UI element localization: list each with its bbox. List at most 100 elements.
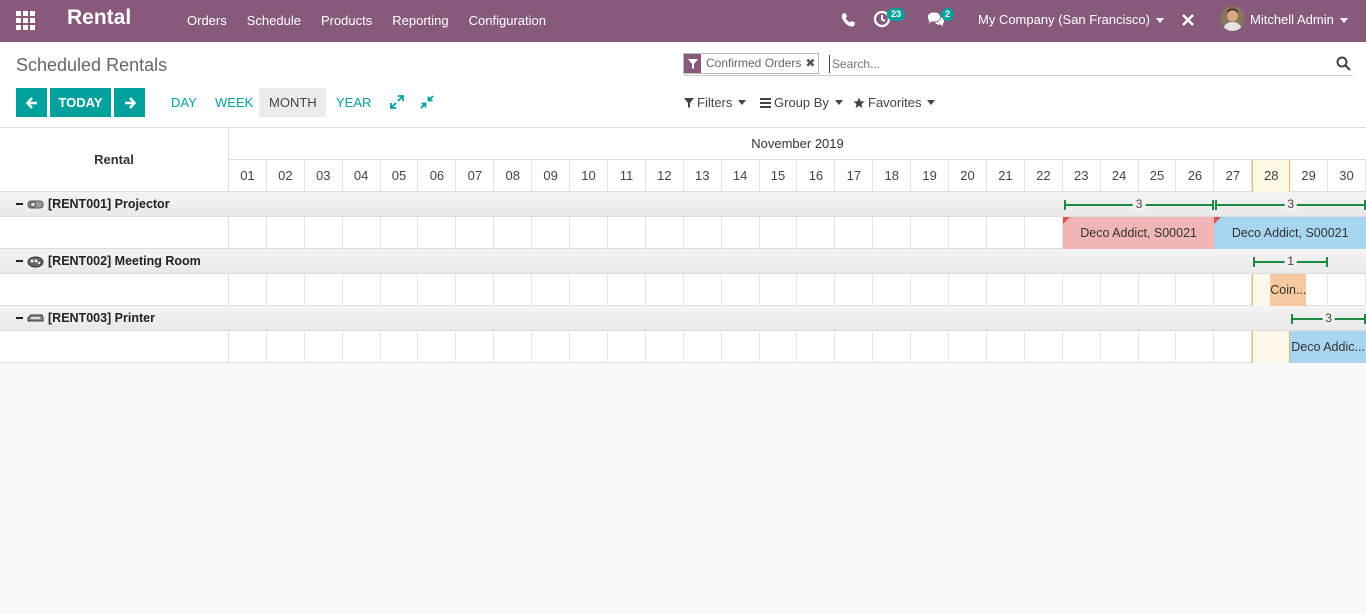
- rental-pill[interactable]: Deco Addic...: [1290, 331, 1366, 363]
- app-menu-icon[interactable]: [16, 11, 35, 30]
- scale-month[interactable]: MONTH: [259, 88, 326, 117]
- gantt-cell[interactable]: [419, 274, 457, 306]
- gantt-cell[interactable]: [1101, 274, 1139, 306]
- menu-item-reporting[interactable]: Reporting: [382, 0, 458, 42]
- gantt-cell[interactable]: [608, 274, 646, 306]
- collapse-group-icon[interactable]: [16, 203, 23, 205]
- gantt-cell[interactable]: [1139, 274, 1177, 306]
- gantt-group-header[interactable]: [RENT002] Meeting Room 1: [0, 249, 1366, 274]
- group-label[interactable]: [RENT003] Printer: [16, 311, 155, 325]
- user-menu[interactable]: Mitchell Admin: [1250, 12, 1348, 27]
- gantt-cell[interactable]: [1025, 217, 1063, 249]
- menu-item-products[interactable]: Products: [311, 0, 382, 42]
- filters-dropdown[interactable]: Filters: [684, 95, 747, 110]
- search-input[interactable]: [829, 55, 1309, 73]
- gantt-cell[interactable]: [949, 274, 987, 306]
- gantt-cell[interactable]: [722, 274, 760, 306]
- gantt-cell[interactable]: [381, 217, 419, 249]
- gantt-cell[interactable]: [229, 331, 267, 363]
- gantt-cell[interactable]: [494, 217, 533, 249]
- rental-pill[interactable]: Coin...: [1270, 274, 1307, 306]
- menu-item-schedule[interactable]: Schedule: [237, 0, 311, 42]
- gantt-cell[interactable]: [1139, 331, 1177, 363]
- gantt-group-header[interactable]: [RENT003] Printer 3: [0, 306, 1366, 331]
- today-button[interactable]: TODAY: [50, 88, 111, 117]
- collapse-group-icon[interactable]: [16, 260, 23, 262]
- group-label[interactable]: [RENT002] Meeting Room: [16, 254, 201, 268]
- gantt-cell[interactable]: [305, 331, 343, 363]
- phone-icon[interactable]: [840, 12, 856, 28]
- gantt-group-header[interactable]: [RENT001] Projector 3 3: [0, 192, 1366, 217]
- gantt-cell[interactable]: [1328, 274, 1366, 306]
- gantt-cell[interactable]: [987, 217, 1025, 249]
- gantt-cell[interactable]: [267, 331, 305, 363]
- gantt-cell[interactable]: [1063, 331, 1101, 363]
- expand-icon[interactable]: [390, 95, 404, 109]
- gantt-cell[interactable]: [343, 217, 381, 249]
- rental-pill[interactable]: Deco Addict, S00021: [1062, 217, 1215, 249]
- gantt-cell[interactable]: [456, 274, 495, 306]
- gantt-cell[interactable]: [456, 217, 495, 249]
- gantt-cell[interactable]: [229, 274, 267, 306]
- gantt-cell[interactable]: [1214, 274, 1253, 306]
- gantt-cell[interactable]: [532, 274, 571, 306]
- gantt-cell[interactable]: [1214, 331, 1253, 363]
- gantt-cell[interactable]: [494, 331, 533, 363]
- gantt-cell[interactable]: [722, 217, 760, 249]
- gantt-cell[interactable]: [532, 217, 571, 249]
- gantt-cell[interactable]: [494, 274, 533, 306]
- scale-day[interactable]: DAY: [161, 88, 207, 117]
- gantt-cell[interactable]: [798, 274, 836, 306]
- gantt-cell[interactable]: [343, 274, 381, 306]
- gantt-cell[interactable]: [305, 274, 343, 306]
- gantt-cell[interactable]: [1063, 274, 1101, 306]
- scale-week[interactable]: WEEK: [205, 88, 263, 117]
- gantt-cell[interactable]: [873, 331, 912, 363]
- gantt-cell[interactable]: [760, 331, 798, 363]
- group-label[interactable]: [RENT001] Projector: [16, 197, 170, 211]
- gantt-cell[interactable]: [1252, 331, 1291, 363]
- gantt-cell[interactable]: [267, 274, 305, 306]
- next-button[interactable]: [114, 88, 145, 117]
- gantt-cell[interactable]: [381, 274, 419, 306]
- gantt-cell[interactable]: [684, 217, 722, 249]
- gantt-cell[interactable]: [798, 217, 836, 249]
- gantt-cell[interactable]: [305, 217, 343, 249]
- gantt-cell[interactable]: [267, 217, 305, 249]
- gantt-cell[interactable]: [1025, 331, 1063, 363]
- gantt-cell[interactable]: [229, 217, 267, 249]
- avatar[interactable]: [1220, 6, 1245, 31]
- gantt-cell[interactable]: [570, 274, 608, 306]
- gantt-cell[interactable]: [1101, 331, 1139, 363]
- menu-item-orders[interactable]: Orders: [177, 0, 237, 42]
- gantt-cell[interactable]: [760, 274, 798, 306]
- gantt-cell[interactable]: [419, 217, 457, 249]
- gantt-cell[interactable]: [1177, 331, 1215, 363]
- gantt-cell[interactable]: [911, 274, 950, 306]
- app-brand[interactable]: Rental: [67, 6, 131, 30]
- collapse-icon[interactable]: [420, 95, 434, 109]
- rental-pill[interactable]: Deco Addict, S00021: [1214, 217, 1366, 249]
- gantt-cell[interactable]: [646, 274, 684, 306]
- gantt-cell[interactable]: [608, 217, 646, 249]
- menu-item-configuration[interactable]: Configuration: [459, 0, 556, 42]
- gantt-cell[interactable]: [835, 217, 874, 249]
- gantt-cell[interactable]: [949, 217, 987, 249]
- gantt-cell[interactable]: [835, 274, 874, 306]
- gantt-cell[interactable]: [381, 331, 419, 363]
- favorites-dropdown[interactable]: Favorites: [853, 95, 936, 110]
- gantt-cell[interactable]: [646, 331, 684, 363]
- groupby-dropdown[interactable]: Group By: [760, 95, 843, 110]
- gantt-cell[interactable]: [949, 331, 987, 363]
- gantt-cell[interactable]: [684, 274, 722, 306]
- search-icon[interactable]: [1336, 56, 1351, 71]
- gantt-cell[interactable]: [684, 331, 722, 363]
- gantt-cell[interactable]: [987, 331, 1025, 363]
- gantt-cell[interactable]: [570, 217, 608, 249]
- gantt-cell[interactable]: [646, 217, 684, 249]
- gantt-cell[interactable]: [722, 331, 760, 363]
- gantt-cell[interactable]: [873, 217, 912, 249]
- gantt-cell[interactable]: [419, 331, 457, 363]
- gantt-cell[interactable]: [570, 331, 608, 363]
- gantt-cell[interactable]: [798, 331, 836, 363]
